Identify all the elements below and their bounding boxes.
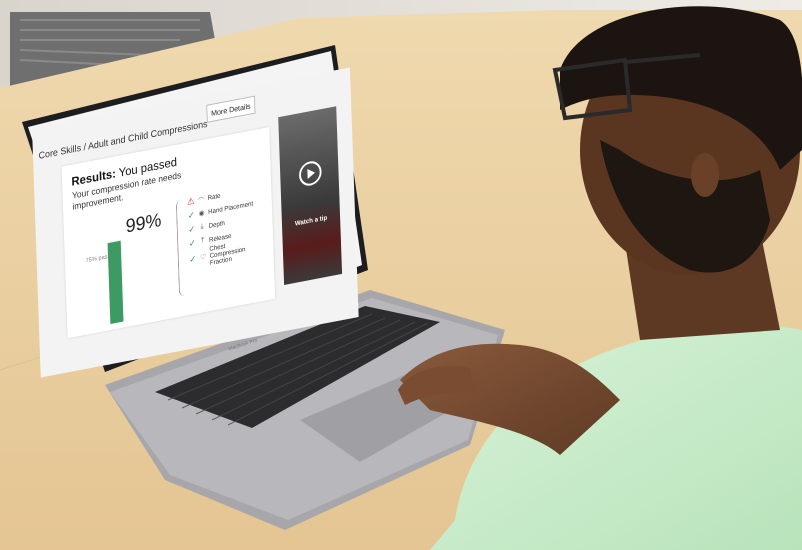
depth-icon: ⤓ [200,222,204,231]
more-details-button[interactable]: More Details [206,95,256,123]
check-icon: ✓ [188,237,196,249]
score-bar-fill [107,240,124,325]
score-percent: 99% [125,209,162,238]
warning-icon: ⚠ [186,195,195,207]
metric-label: Depth [208,219,225,230]
watch-tip-label[interactable]: Watch a tip [282,212,340,230]
results-card: Results: You passed Your compression rat… [61,127,276,339]
score-bar [107,239,124,325]
check-icon: ✓ [187,209,195,221]
pass-threshold-label: 75% pass [85,253,111,265]
rate-gauge-icon: ◠ [198,195,205,204]
photo-scene: Core Skills / Adult and Child Compressio… [0,0,802,550]
video-tip-thumbnail[interactable]: Watch a tip [278,106,343,285]
play-icon[interactable] [298,159,322,188]
check-icon: ✓ [189,252,197,265]
heart-icon: ♡ [200,253,207,262]
hand-placement-icon: ◉ [198,209,205,218]
metric-label: Rate [207,192,221,202]
check-icon: ✓ [188,223,196,235]
metrics-bracket [175,199,186,297]
release-icon: ⤒ [200,236,205,245]
